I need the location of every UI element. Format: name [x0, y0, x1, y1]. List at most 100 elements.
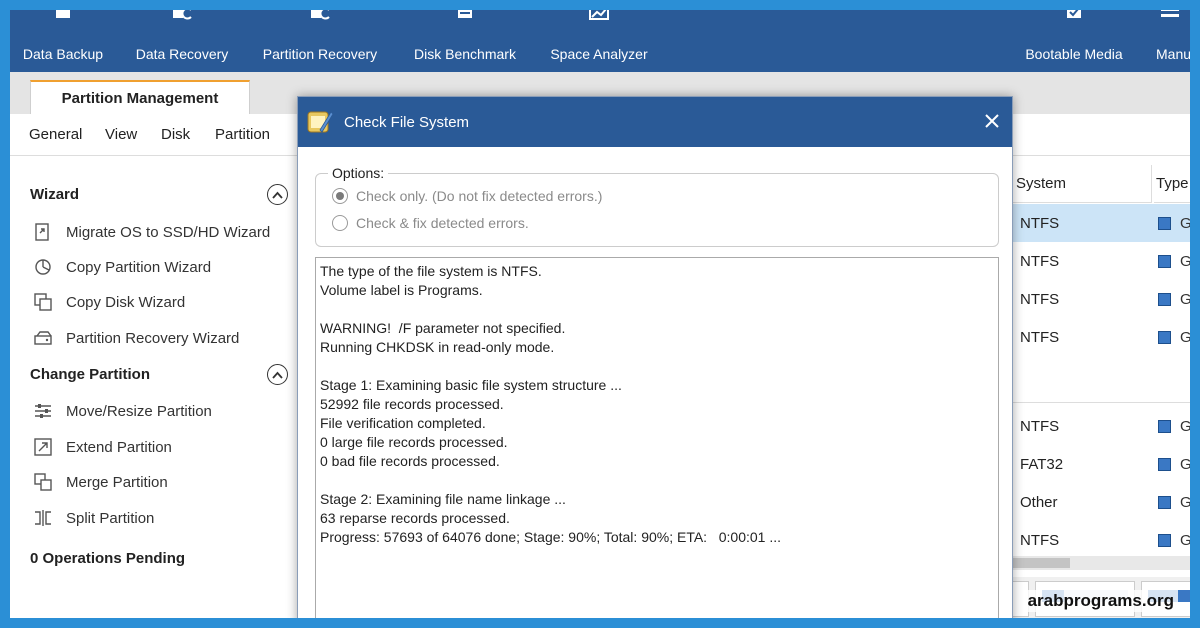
log-line: The type of the file system is NTFS.	[320, 263, 542, 279]
wizard-collapse-button[interactable]	[267, 184, 288, 205]
table-row[interactable]: NTFS G	[1012, 204, 1190, 242]
toolbar-label: Manu	[1156, 46, 1190, 62]
options-label: Options:	[328, 165, 389, 181]
table-row[interactable]: NTFS G	[1012, 407, 1190, 445]
app-window: Data Backup Data Recovery Partition Reco…	[10, 10, 1190, 618]
watermark-text: arabprograms.org	[1023, 590, 1178, 612]
toolbar-label: Bootable Media	[1025, 46, 1123, 62]
sidebar-item-copy-disk[interactable]: Copy Disk Wizard	[32, 290, 185, 314]
table-row[interactable]: NTFS G	[1012, 242, 1190, 280]
data-recovery-icon	[167, 10, 197, 22]
log-line: Running CHKDSK in read-only mode.	[320, 339, 555, 355]
table-row[interactable]: NTFS G	[1012, 280, 1190, 318]
radio-check-only[interactable]: Check only. (Do not fix detected errors.…	[332, 188, 602, 204]
log-line: Stage 2: Examining file name linkage ...	[320, 491, 566, 507]
toolbar-data-recovery[interactable]: Data Recovery	[132, 10, 232, 72]
partition-table: System Type NTFS G NTFS G NTFS G NTFS G …	[1012, 156, 1190, 618]
merge-icon	[32, 471, 54, 493]
partition-type-icon	[1158, 533, 1171, 547]
partition-type-icon	[1158, 495, 1171, 509]
toolbar-label: Data Recovery	[135, 46, 229, 62]
partition-recovery-wizard-icon	[32, 327, 54, 349]
horizontal-scrollbar[interactable]	[1012, 556, 1190, 570]
type-cell: G	[1180, 252, 1190, 270]
file-system-cell: NTFS	[1020, 531, 1060, 549]
wizard-heading: Wizard	[30, 186, 80, 203]
toolbar-label: Data Backup	[22, 46, 104, 62]
scrollbar-thumb[interactable]	[1012, 558, 1070, 568]
menu-view[interactable]: View	[105, 126, 137, 143]
close-icon	[985, 114, 999, 128]
sidebar-item-label: Partition Recovery Wizard	[66, 329, 240, 347]
dialog-close-button[interactable]	[980, 109, 1004, 133]
partition-type-icon	[1158, 216, 1171, 230]
file-system-cell: NTFS	[1020, 417, 1060, 435]
toolbar-partition-recovery[interactable]: Partition Recovery	[258, 10, 382, 72]
menu-partition[interactable]: Partition	[215, 126, 270, 143]
sidebar-item-partition-recovery-wizard[interactable]: Partition Recovery Wizard	[32, 326, 239, 350]
toolbar-disk-benchmark[interactable]: Disk Benchmark	[408, 10, 522, 72]
table-row[interactable]: NTFS G	[1012, 521, 1190, 559]
column-header-type[interactable]: Type	[1154, 165, 1190, 203]
file-system-cell: NTFS	[1020, 252, 1060, 270]
radio-button[interactable]	[332, 215, 348, 231]
sidebar-item-extend[interactable]: Extend Partition	[32, 435, 172, 459]
partition-type-icon	[1158, 254, 1171, 268]
space-analyzer-icon	[584, 10, 614, 22]
operations-pending: 0 Operations Pending	[30, 550, 186, 567]
sidebar-item-split[interactable]: Split Partition	[32, 506, 154, 530]
split-icon	[32, 507, 54, 529]
type-cell: G	[1180, 290, 1190, 308]
table-row[interactable]: Other G	[1012, 483, 1190, 521]
radio-button-selected[interactable]	[332, 188, 348, 204]
file-system-cell: NTFS	[1020, 328, 1060, 346]
partition-type-icon	[1158, 419, 1171, 433]
sidebar-item-label: Extend Partition	[66, 438, 172, 456]
log-line: WARNING! /F parameter not specified.	[320, 320, 566, 336]
radio-check-fix[interactable]: Check & fix detected errors.	[332, 215, 529, 231]
chkdsk-output-log[interactable]: The type of the file system is NTFS. Vol…	[315, 257, 999, 618]
copy-partition-icon	[32, 256, 54, 278]
toolbar-space-analyzer[interactable]: Space Analyzer	[546, 10, 652, 72]
column-header-system[interactable]: System	[1012, 165, 1152, 203]
sidebar-item-label: Copy Partition Wizard	[66, 258, 212, 276]
table-divider	[1012, 402, 1190, 403]
file-system-cell: FAT32	[1020, 455, 1064, 473]
sidebar-item-move-resize[interactable]: Move/Resize Partition	[32, 399, 212, 423]
menu-disk[interactable]: Disk	[161, 126, 190, 143]
log-line: Progress: 57693 of 64076 done; Stage: 90…	[320, 529, 782, 545]
change-partition-heading: Change Partition	[30, 366, 151, 383]
sidebar-item-migrate-os[interactable]: Migrate OS to SSD/HD Wizard	[32, 220, 270, 244]
radio-label: Check & fix detected errors.	[356, 215, 529, 231]
toolbar-data-backup[interactable]: Data Backup	[20, 10, 106, 72]
dialog-title: Check File System	[344, 113, 470, 131]
toolbar-bootable-media[interactable]: Bootable Media	[1018, 10, 1130, 72]
file-system-cell: Other	[1020, 493, 1058, 511]
sliders-icon	[32, 400, 54, 422]
check-file-system-dialog: Check File System Check only. (Do not fi…	[297, 96, 1013, 618]
table-row[interactable]: NTFS G	[1012, 318, 1190, 356]
file-system-cell: NTFS	[1020, 290, 1060, 308]
log-line: 0 large file records processed.	[320, 434, 508, 450]
change-partition-collapse-button[interactable]	[267, 364, 288, 385]
copy-disk-icon	[32, 291, 54, 313]
sidebar-item-merge[interactable]: Merge Partition	[32, 470, 168, 494]
sidebar: Wizard Migrate OS to SSD/HD Wizard Copy …	[10, 156, 297, 618]
tab-partition-management[interactable]: Partition Management	[30, 80, 250, 114]
main-toolbar: Data Backup Data Recovery Partition Reco…	[10, 10, 1190, 72]
partition-recovery-icon	[305, 10, 335, 22]
table-row[interactable]: FAT32 G	[1012, 445, 1190, 483]
log-line: Volume label is Programs.	[320, 282, 483, 298]
menu-general[interactable]: General	[29, 126, 82, 143]
dialog-titlebar[interactable]: Check File System	[298, 97, 1012, 147]
manual-icon	[1157, 10, 1187, 22]
extend-icon	[32, 436, 54, 458]
toolbar-manual[interactable]: Manu	[1150, 10, 1190, 72]
type-cell: G	[1180, 455, 1190, 473]
check-file-system-icon	[306, 108, 334, 136]
type-cell: G	[1180, 531, 1190, 549]
bootable-media-icon	[1059, 10, 1089, 22]
sidebar-item-copy-partition[interactable]: Copy Partition Wizard	[32, 255, 211, 279]
